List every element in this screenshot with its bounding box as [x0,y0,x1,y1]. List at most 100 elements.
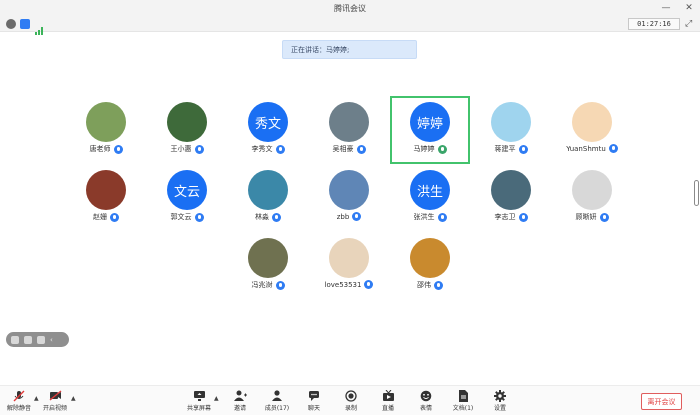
avatar [86,170,126,210]
participant-tile[interactable]: 冯兆澍 [228,232,308,300]
avatar [329,170,369,210]
share-screen-icon [192,389,206,402]
participant-tile[interactable]: 王小惠 [147,96,227,164]
mic-icon [272,212,281,222]
participant-name-row: 张洪生 [390,212,470,222]
participant-name: 王小惠 [170,145,192,153]
participant-tile[interactable]: 唐老师 [66,96,146,164]
mic-icon [599,212,609,222]
settings-button[interactable]: 设置 [483,389,517,415]
participant-tile[interactable]: 林淼 [228,164,308,232]
participant-name-row: 王小惠 [147,144,227,154]
participant-name-row: 林淼 [228,212,308,222]
participant-tile[interactable]: 洪生 张洪生 [390,164,470,232]
participant-tile[interactable]: 婷婷 马婷婷 [390,96,470,164]
info-icon[interactable] [6,19,16,29]
chat-icon [307,389,321,402]
participant-name: 冯兆澍 [251,281,273,289]
participant-tile[interactable]: YuanShmtu [552,96,632,164]
record-button[interactable]: 录制 [334,389,368,415]
participant-name: 顾晰妍 [575,213,597,221]
participant-tile[interactable]: 吴相豪 [309,96,389,164]
mic-icon [113,144,123,154]
record-icon [344,389,358,402]
avatar [329,102,369,142]
document-icon [456,389,470,402]
participant-name-row: 蒋建平 [471,144,551,154]
participant-name: YuanShmtu [566,144,606,153]
live-icon [381,389,395,402]
members-button[interactable]: 成员(17) [260,389,294,415]
mic-icon [110,212,119,222]
avatar [491,170,531,210]
leave-meeting-button[interactable]: 离开会议 [641,393,682,410]
participant-tile[interactable]: 蒋建平 [471,96,551,164]
mic-icon [437,144,447,154]
view-mini-toolbar[interactable]: ‹ [6,332,69,347]
avatar [167,102,207,142]
participant-name: 马婷婷 [413,145,435,153]
avatar [86,102,126,142]
meeting-timer: 01:27:16 [628,18,680,30]
mic-icon [194,144,204,154]
participant-tile[interactable]: 顾晰妍 [552,164,632,232]
avatar [572,170,612,210]
avatar: 文云 [167,170,207,210]
participant-name-row: zbb [309,212,389,221]
mic-icon [356,144,366,154]
participant-name-row: 李秀文 [228,144,308,154]
mic-icon [194,212,204,222]
mic-icon [608,144,618,153]
mic-icon [518,144,528,154]
unmute-button[interactable]: 解除静音 [2,389,36,415]
participant-tile[interactable]: 秀文 李秀文 [228,96,308,164]
start-video-button[interactable]: 开启视频 [38,389,72,415]
reactions-button[interactable]: 表情 [409,389,443,415]
participant-name-row: 顾晰妍 [552,212,632,222]
title-bar: 腾讯会议 — ✕ [0,0,700,16]
close-icon[interactable]: ✕ [683,2,695,14]
participant-tile[interactable]: love53531 [309,232,389,300]
scroll-handle[interactable] [694,180,699,206]
grid-view-icon[interactable] [11,335,19,344]
layout-icon[interactable] [37,335,45,344]
participant-tile[interactable]: 赵姗 [66,164,146,232]
share-screen-button[interactable]: 共享屏幕 [182,389,216,415]
video-caret-icon[interactable]: ▲ [71,395,76,402]
emoji-icon[interactable] [24,335,32,344]
mic-icon [434,280,443,290]
window-title: 腾讯会议 [334,4,366,13]
chat-button[interactable]: 聊天 [297,389,331,415]
shield-icon[interactable] [20,19,30,29]
participant-tile[interactable]: zbb [309,164,389,232]
live-button[interactable]: 直播 [371,389,405,415]
members-icon [270,389,284,402]
mic-icon [275,144,285,154]
avatar [248,238,288,278]
fullscreen-icon[interactable]: ⤢ [685,19,695,29]
participant-tile[interactable]: 文云 郭文云 [147,164,227,232]
status-bar: 01:27:16 ⤢ [0,16,700,35]
collapse-icon[interactable]: ‹ [50,336,58,344]
participant-name-row: YuanShmtu [552,144,632,153]
bottom-toolbar: 解除静音 ▲ 开启视频 ▲ 共享屏幕 ▲ 邀请 成员(17) 聊天 录制 直播 … [0,385,700,415]
participant-name-row: 李志卫 [471,212,551,222]
participant-name-row: 赵姗 [66,212,146,222]
participant-name-row: 唐老师 [66,144,146,154]
participant-tile[interactable]: 李志卫 [471,164,551,232]
documents-button[interactable]: 文档(1) [446,389,480,415]
minimize-icon[interactable]: — [660,2,672,14]
share-caret-icon[interactable]: ▲ [214,395,219,402]
participant-name-row: 冯兆澍 [228,280,308,290]
avatar [329,238,369,278]
participant-name-row: love53531 [309,280,389,289]
mic-icon [364,280,374,289]
avatar [410,238,450,278]
avatar: 秀文 [248,102,288,142]
invite-icon [233,389,247,402]
avatar [491,102,531,142]
participant-name-row: 吴相豪 [309,144,389,154]
invite-button[interactable]: 邀请 [223,389,257,415]
participant-tile[interactable]: 邵伟 [390,232,470,300]
mic-icon [275,280,285,290]
